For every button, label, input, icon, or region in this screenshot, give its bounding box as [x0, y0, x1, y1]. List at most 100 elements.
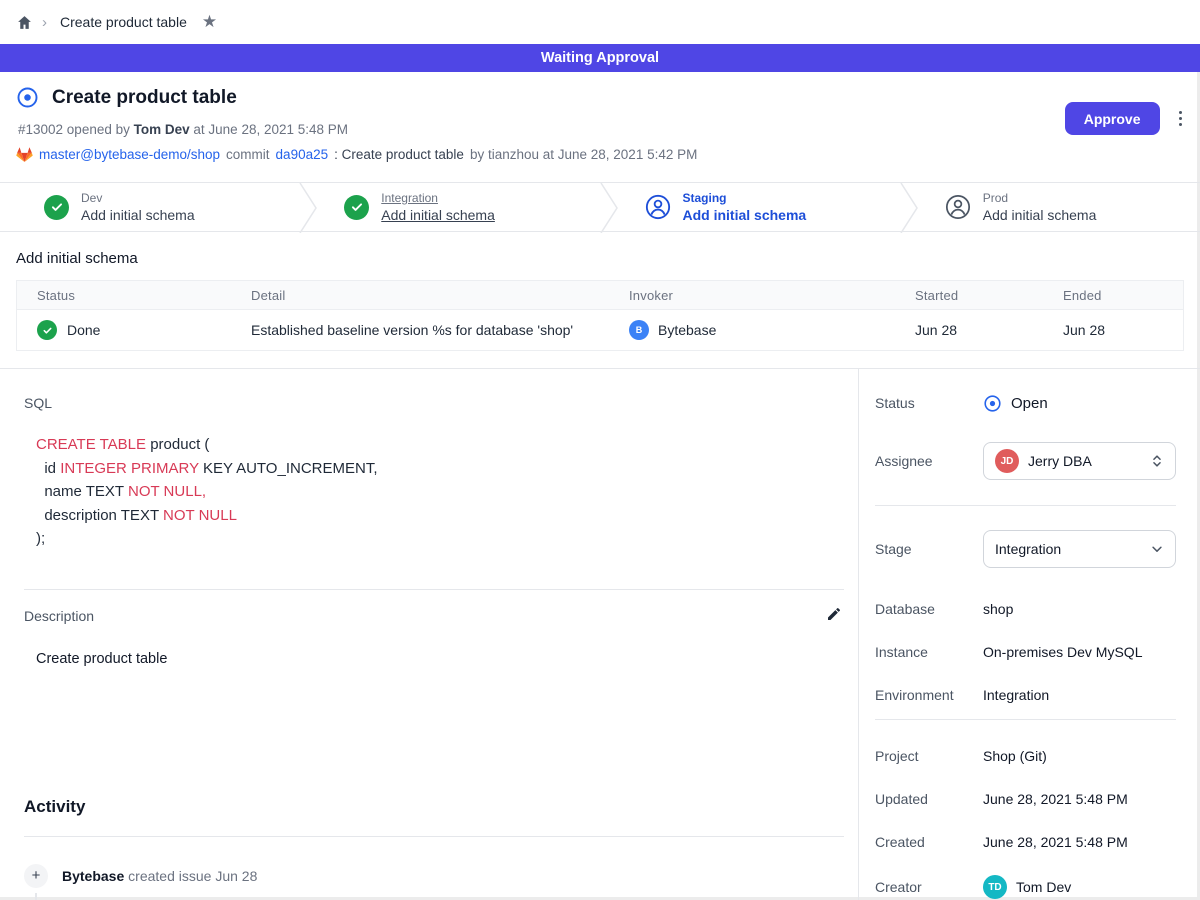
vcs-commit-message: : Create product table: [334, 147, 464, 162]
sidebar-divider: [875, 719, 1176, 720]
description-content: Create product table: [36, 651, 844, 667]
stage-prod[interactable]: Prod Add initial schema: [918, 183, 1200, 231]
updated-value: June 28, 2021 5:48 PM: [983, 791, 1128, 807]
assignee-value: Jerry DBA: [1028, 453, 1092, 469]
vcs-commit-row: master@bytebase-demo/shop commit da90a25…: [16, 146, 1184, 163]
activity-item: + Bytebase created issue Jun 28: [24, 864, 844, 888]
task-table-row: Done Established baseline version %s for…: [17, 310, 1183, 350]
left-pane: SQL CREATE TABLE product ( id INTEGER PR…: [0, 369, 858, 900]
issue-meta: #13002 opened by Tom Dev at June 28, 202…: [18, 122, 1184, 137]
task-detail: Established baseline version %s for data…: [251, 322, 629, 338]
stage-separator: [900, 183, 918, 233]
task-status: Done: [67, 322, 100, 338]
description-label: Description: [24, 608, 94, 624]
issue-title: Create product table: [52, 87, 237, 109]
pipeline-stage-bar: Dev Add initial schema Integration Add i…: [0, 182, 1200, 232]
created-label: Created: [875, 834, 983, 850]
select-chevron-down-icon: [1150, 542, 1164, 556]
edit-pencil-icon[interactable]: [824, 604, 844, 629]
sql-code-block: CREATE TABLE product ( id INTEGER PRIMAR…: [36, 433, 844, 551]
stage-task-label: Add initial schema: [683, 207, 807, 224]
task-started: Jun 28: [915, 322, 1063, 338]
issue-sidebar: Status Open Assignee JD Jerry DBA: [858, 369, 1200, 900]
task-section-title: Add initial schema: [16, 250, 1184, 267]
assignee-label: Assignee: [875, 453, 983, 469]
activity-connector-line: [35, 893, 37, 900]
task-done-check-icon: [37, 320, 57, 340]
issue-opened-time: at June 28, 2021 5:48 PM: [193, 122, 348, 137]
stage-label: Stage: [875, 541, 983, 557]
column-ended: Ended: [1063, 288, 1183, 303]
open-status-icon: [983, 394, 1002, 413]
stage-dev[interactable]: Dev Add initial schema: [0, 183, 299, 231]
breadcrumb-current: Create product table: [60, 14, 187, 30]
issue-id: #13002 opened by: [18, 122, 130, 137]
stage-separator: [299, 183, 317, 233]
column-invoker: Invoker: [629, 288, 915, 303]
task-ended: Jun 28: [1063, 322, 1183, 338]
home-icon[interactable]: [16, 14, 33, 31]
task-section: Add initial schema Status Detail Invoker…: [0, 232, 1200, 368]
chevron-right-icon: ›: [42, 14, 47, 31]
select-updown-icon: [1150, 454, 1164, 468]
instance-value: On-premises Dev MySQL: [983, 644, 1142, 660]
issue-open-icon: [16, 86, 39, 109]
stage-env-label: Integration: [381, 190, 495, 207]
invoker-avatar: B: [629, 320, 649, 340]
updated-label: Updated: [875, 791, 983, 807]
creator-avatar: TD: [983, 875, 1007, 899]
activity-actor: Bytebase: [62, 868, 124, 884]
status-banner: Waiting Approval: [0, 44, 1200, 72]
stage-staging[interactable]: Staging Add initial schema: [618, 183, 900, 231]
stage-env-label: Staging: [683, 190, 807, 207]
status-value: Open: [983, 394, 1048, 413]
stage-task-label: Add initial schema: [81, 207, 195, 224]
task-table: Status Detail Invoker Started Ended Done…: [16, 280, 1184, 351]
sidebar-divider: [875, 505, 1176, 506]
stage-env-label: Prod: [983, 190, 1097, 207]
stage-task-label: Add initial schema: [983, 207, 1097, 224]
stage-pending-approval-icon: [645, 194, 671, 220]
instance-label: Instance: [875, 644, 983, 660]
sql-keyword: INTEGER PRIMARY: [60, 460, 199, 477]
column-started: Started: [915, 288, 1063, 303]
stage-separator: [600, 183, 618, 233]
vcs-commit-byline: by tianzhou at June 28, 2021 5:42 PM: [470, 147, 697, 162]
project-value: Shop (Git): [983, 748, 1047, 764]
approve-button[interactable]: Approve: [1065, 102, 1160, 135]
database-value: shop: [983, 601, 1013, 617]
sql-panel-label: SQL: [24, 395, 844, 411]
column-status: Status: [37, 288, 251, 303]
vcs-commit-hash-link[interactable]: da90a25: [276, 147, 329, 162]
activity-divider: [24, 836, 844, 837]
environment-label: Environment: [875, 687, 983, 703]
stage-select[interactable]: Integration: [983, 530, 1176, 568]
vcs-branch-repo-link[interactable]: master@bytebase-demo/shop: [39, 147, 220, 162]
bytebase-issue-page: › Create product table ★ Waiting Approva…: [0, 0, 1200, 900]
environment-value: Integration: [983, 687, 1049, 703]
task-table-header: Status Detail Invoker Started Ended: [17, 281, 1183, 310]
creator-label: Creator: [875, 879, 983, 895]
issue-author: Tom Dev: [134, 122, 190, 137]
stage-value: Integration: [995, 541, 1061, 557]
assignee-select[interactable]: JD Jerry DBA: [983, 442, 1176, 480]
task-invoker: Bytebase: [658, 322, 716, 338]
stage-integration[interactable]: Integration Add initial schema: [317, 183, 599, 231]
column-detail: Detail: [251, 288, 629, 303]
kebab-menu-icon[interactable]: [1175, 107, 1187, 131]
vcs-commit-word: commit: [226, 147, 270, 162]
project-label: Project: [875, 748, 983, 764]
sql-keyword: NOT NULL: [163, 507, 237, 524]
gitlab-icon: [16, 146, 33, 163]
stage-done-check-icon: [344, 195, 369, 220]
activity-plus-icon: +: [24, 864, 48, 888]
creator-value: TD Tom Dev: [983, 875, 1071, 899]
main-area: SQL CREATE TABLE product ( id INTEGER PR…: [0, 368, 1200, 900]
sql-keyword: NOT NULL,: [128, 483, 206, 500]
stage-env-label: Dev: [81, 190, 195, 207]
database-label: Database: [875, 601, 983, 617]
section-divider: [24, 589, 844, 590]
status-label: Status: [875, 395, 983, 411]
bookmark-star-icon[interactable]: ★: [202, 12, 217, 32]
stage-done-check-icon: [44, 195, 69, 220]
